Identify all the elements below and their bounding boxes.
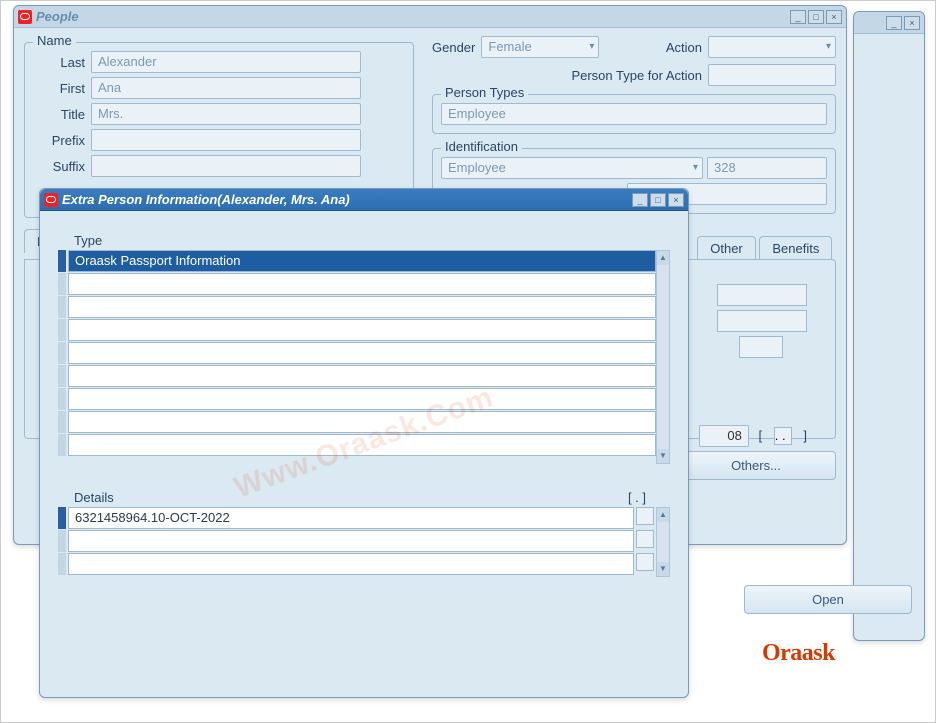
type-row[interactable]	[68, 434, 656, 456]
title-label: Title	[33, 107, 91, 122]
type-row[interactable]	[68, 365, 656, 387]
bracket-left: [	[753, 428, 769, 443]
close-icon[interactable]: ×	[826, 10, 842, 24]
name-legend: Name	[33, 33, 76, 48]
people-title: People	[36, 9, 790, 24]
people-titlebar[interactable]: People _ □ ×	[14, 6, 846, 28]
record-marker[interactable]	[58, 388, 66, 410]
tab-other[interactable]: Other	[697, 236, 756, 260]
type-scrollbar[interactable]: ▲ ▼	[656, 250, 670, 464]
type-row[interactable]	[68, 388, 656, 410]
type-row[interactable]	[68, 273, 656, 295]
identification-number-field[interactable]: 328	[707, 157, 827, 179]
scroll-down-icon[interactable]: ▼	[657, 562, 669, 576]
person-type-action-field[interactable]	[708, 64, 836, 86]
details-flex-button[interactable]	[636, 530, 654, 548]
open-button[interactable]: Open	[744, 585, 912, 614]
close-icon[interactable]: ×	[668, 193, 684, 207]
details-bracket-header: [ . ]	[628, 490, 646, 505]
suffix-label: Suffix	[33, 159, 91, 174]
action-combo[interactable]	[708, 36, 836, 58]
gender-combo[interactable]: Female	[481, 36, 599, 58]
tab-benefits[interactable]: Benefits	[759, 236, 832, 260]
type-row[interactable]	[68, 319, 656, 341]
extra-person-info-window: Extra Person Information(Alexander, Mrs.…	[39, 188, 689, 698]
minimize-icon[interactable]: _	[790, 10, 806, 24]
details-row[interactable]	[68, 553, 634, 575]
background-window: _ × Open	[853, 11, 925, 641]
record-marker[interactable]	[58, 342, 66, 364]
record-marker[interactable]	[58, 273, 66, 295]
record-marker[interactable]	[58, 250, 66, 272]
tab-box1	[717, 284, 807, 306]
epi-title: Extra Person Information(Alexander, Mrs.…	[62, 192, 632, 207]
person-types-legend: Person Types	[441, 85, 528, 100]
record-marker[interactable]	[58, 507, 66, 529]
type-label: Type	[74, 233, 102, 248]
record-marker[interactable]	[58, 365, 66, 387]
partial-value-row: 08 [ . . ]	[699, 425, 813, 447]
brand-logo: Oraask	[762, 640, 835, 667]
last-field[interactable]: Alexander	[91, 51, 361, 73]
first-field[interactable]: Ana	[91, 77, 361, 99]
oracle-icon	[18, 10, 32, 24]
person-types-fieldset: Person Types Employee	[432, 94, 836, 134]
first-label: First	[33, 81, 91, 96]
type-row[interactable]	[68, 342, 656, 364]
details-flex-button[interactable]	[636, 507, 654, 525]
bg-window-titlebar: _ ×	[854, 12, 924, 34]
partial-value: 08	[699, 425, 749, 447]
person-type-action-label: Person Type for Action	[571, 68, 702, 83]
last-label: Last	[33, 55, 91, 70]
scroll-up-icon[interactable]: ▲	[657, 508, 669, 522]
identification-type-combo[interactable]: Employee	[441, 157, 703, 179]
gender-label: Gender	[432, 40, 475, 55]
record-marker[interactable]	[58, 296, 66, 318]
close-icon[interactable]: ×	[904, 16, 920, 30]
action-label: Action	[666, 40, 702, 55]
maximize-icon[interactable]: □	[650, 193, 666, 207]
details-label: Details	[74, 490, 114, 505]
scroll-up-icon[interactable]: ▲	[657, 251, 669, 265]
flex-button[interactable]: . .	[774, 427, 792, 445]
details-scrollbar[interactable]: ▲ ▼	[656, 507, 670, 577]
identification-legend: Identification	[441, 139, 522, 154]
record-marker[interactable]	[58, 530, 66, 552]
scroll-down-icon[interactable]: ▼	[657, 449, 669, 463]
prefix-field[interactable]	[91, 129, 361, 151]
record-marker[interactable]	[58, 411, 66, 433]
tab-box2	[717, 310, 807, 332]
details-row[interactable]: 6321458964.10-OCT-2022	[68, 507, 634, 529]
suffix-field[interactable]	[91, 155, 361, 177]
details-flex-button[interactable]	[636, 553, 654, 571]
person-types-field[interactable]: Employee	[441, 103, 827, 125]
type-row[interactable]	[68, 296, 656, 318]
others-button[interactable]: Others...	[676, 451, 836, 480]
maximize-icon[interactable]: □	[808, 10, 824, 24]
title-field[interactable]: Mrs.	[91, 103, 361, 125]
prefix-label: Prefix	[33, 133, 91, 148]
details-row[interactable]	[68, 530, 634, 552]
epi-titlebar[interactable]: Extra Person Information(Alexander, Mrs.…	[40, 189, 688, 211]
record-marker[interactable]	[58, 434, 66, 456]
minimize-icon[interactable]: _	[632, 193, 648, 207]
bracket-right: ]	[797, 428, 813, 443]
type-row[interactable]: Oraask Passport Information	[68, 250, 656, 272]
oracle-icon	[44, 193, 58, 207]
minimize-icon[interactable]: _	[886, 16, 902, 30]
tab-box3	[739, 336, 783, 358]
record-marker[interactable]	[58, 319, 66, 341]
type-row[interactable]	[68, 411, 656, 433]
record-marker[interactable]	[58, 553, 66, 575]
